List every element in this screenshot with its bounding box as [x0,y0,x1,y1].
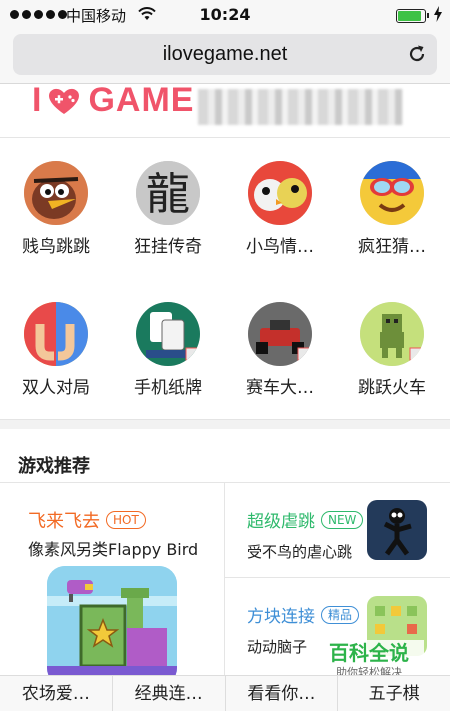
stickman-game-icon[interactable] [367,500,427,560]
app-label: 狂挂传奇 [134,237,202,257]
new-badge: NEW [321,510,364,529]
app-label: 小鸟情… [246,237,314,257]
divider [224,482,225,682]
app-item[interactable]: 小鸟情… [224,161,336,257]
dragon-character-icon: 龍 [136,161,200,225]
race-car-icon [248,302,312,366]
bottom-game-bar: 农场爱… 经典连… 看看你… 五子棋 [0,675,450,711]
section-divider [0,419,450,429]
bird-couple-icon [248,161,312,225]
charging-icon [434,6,442,22]
logo-i: I [32,85,43,119]
app-item[interactable]: 赛车大… [224,302,336,398]
battery-icon [396,9,429,23]
logo-text: GAME [88,85,195,119]
featured-game-name: 飞来飞去 [28,511,100,532]
app-item[interactable]: 龍 狂挂传奇 [112,161,224,257]
card-game-icon [136,302,200,366]
hot-badge: HOT [106,511,146,529]
app-label: 疯狂猜… [358,237,426,257]
featured-game-desc: 像素风另类Flappy Bird [28,540,199,559]
site-logo[interactable]: I GAME [32,85,194,120]
gamepad-heart-icon [49,88,80,114]
svg-text:龍: 龍 [146,169,190,220]
app-item[interactable]: 疯狂猜… [336,161,448,257]
featured-game-image [47,566,177,686]
bottom-tab[interactable]: 农场爱… [0,676,113,711]
watermark-title: 百科全说 [329,641,409,665]
divider [224,577,450,578]
blurred-slogan [198,89,403,125]
url-text: ilovegame.net [162,43,288,65]
divider [0,482,450,483]
app-item[interactable]: 跳跃火车 [336,302,448,398]
reload-icon[interactable] [407,44,427,64]
app-item[interactable]: 双人对局 [0,302,112,398]
site-header: I GAME [0,85,450,138]
featured-game-title: 飞来飞去 HOT [28,507,146,533]
clock: 10:24 [199,5,251,24]
section-title: 游戏推荐 [18,456,90,477]
address-bar[interactable]: ilovegame.net [13,34,437,75]
recommend-item-name: 超级虐跳 [247,512,315,532]
bottom-tab[interactable]: 五子棋 [338,676,450,711]
recommend-item-name: 方块连接 [247,607,315,627]
goggles-face-icon [360,161,424,225]
app-label: 双人对局 [22,378,90,398]
app-item[interactable]: 手机纸牌 [112,302,224,398]
two-hands-icon [24,302,88,366]
app-label: 赛车大… [246,378,314,398]
angry-bird-icon [24,161,88,225]
bottom-tab[interactable]: 看看你… [226,676,339,711]
app-grid: 贱鸟跳跳 龍 狂挂传奇 小鸟情… 疯狂猜… 双人对局 手机纸牌 赛车大… 跳跃火… [0,139,450,419]
app-label: 跳跃火车 [358,378,426,398]
app-label: 贱鸟跳跳 [22,237,90,257]
browser-toolbar: ilovegame.net [0,30,450,84]
status-bar: 中国移动 10:24 [0,0,450,30]
app-item[interactable]: 贱鸟跳跳 [0,161,112,257]
pixel-robot-icon [360,302,424,366]
app-label: 手机纸牌 [134,378,202,398]
premium-badge: 精品 [321,605,360,624]
bottom-tab[interactable]: 经典连… [113,676,226,711]
